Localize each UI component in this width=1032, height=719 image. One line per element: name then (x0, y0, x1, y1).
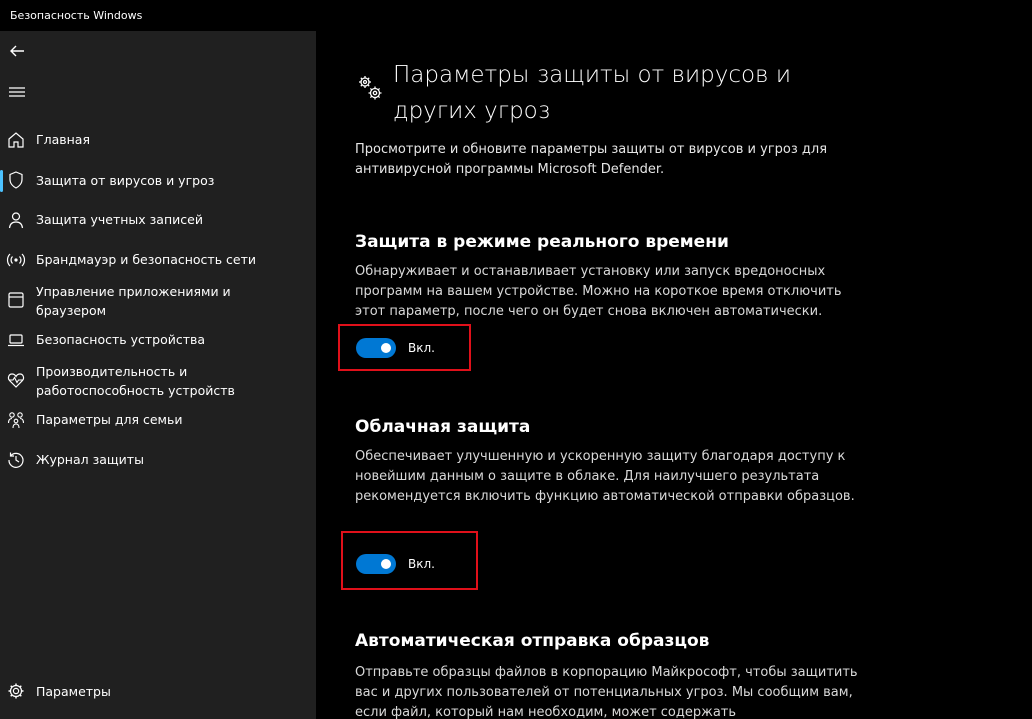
active-indicator (0, 170, 3, 192)
sidebar-item-device-performance[interactable]: Производительность и работоспособность у… (0, 362, 316, 402)
person-icon (8, 212, 24, 229)
sidebar-item-family[interactable]: Параметры для семьи (0, 410, 316, 432)
sidebar-item-label: Производительность и работоспособность у… (36, 364, 235, 398)
sidebar-item-label: Параметры (36, 684, 111, 699)
sidebar: Главная Защита от вирусов и угроз Защита… (0, 31, 316, 719)
sidebar-item-firewall[interactable]: Брандмауэр и безопасность сети (0, 250, 316, 272)
sidebar-item-label: Безопасность устройства (36, 332, 206, 347)
settings-gears-icon (359, 76, 382, 100)
section-title-cloud: Облачная защита (355, 417, 531, 437)
realtime-protection-toggle[interactable] (356, 338, 396, 358)
sidebar-item-device-security[interactable]: Безопасность устройства (0, 330, 316, 352)
sidebar-item-label: Защита учетных записей (36, 212, 203, 227)
toggle-state-label: Вкл. (408, 341, 435, 355)
sidebar-item-label: Управление приложениями и браузером (36, 284, 231, 318)
section-description-realtime: Обнаруживает и останавливает установку и… (355, 264, 842, 319)
back-arrow-icon (10, 45, 24, 57)
section-title-realtime: Защита в режиме реального времени (355, 232, 729, 252)
sidebar-item-label: Защита от вирусов и угроз (36, 173, 215, 188)
sidebar-item-protection-history[interactable]: Журнал защиты (0, 450, 316, 472)
shield-icon (9, 171, 23, 189)
cloud-protection-toggle[interactable] (356, 554, 396, 574)
heart-pulse-icon (7, 373, 25, 388)
sidebar-item-label: Брандмауэр и безопасность сети (36, 252, 257, 267)
title-bar: Безопасность Windows (0, 0, 1032, 31)
toggle-knob (381, 559, 391, 569)
sidebar-item-settings[interactable]: Параметры (0, 681, 316, 705)
page-title: Параметры защиты от вирусов и других угр… (393, 62, 791, 124)
toggle-knob (381, 343, 391, 353)
hamburger-icon (9, 87, 25, 97)
family-icon (7, 412, 25, 429)
sidebar-item-label: Главная (36, 132, 90, 147)
section-title-sample-submission: Автоматическая отправка образцов (355, 631, 710, 651)
main-content: Параметры защиты от вирусов и других угр… (316, 31, 1032, 719)
laptop-icon (8, 334, 24, 347)
toggle-state-label: Вкл. (408, 557, 435, 571)
gear-icon (8, 683, 24, 699)
browser-window-icon (8, 292, 24, 308)
home-icon (8, 132, 24, 148)
back-button[interactable] (4, 38, 30, 64)
sidebar-item-home[interactable]: Главная (0, 130, 316, 152)
sidebar-item-label: Параметры для семьи (36, 412, 183, 427)
sidebar-item-account-protection[interactable]: Защита учетных записей (0, 210, 316, 232)
sidebar-item-virus-protection[interactable]: Защита от вирусов и угроз (0, 169, 316, 193)
menu-button[interactable] (4, 79, 30, 105)
history-icon (8, 452, 24, 468)
section-description-cloud: Обеспечивает улучшенную и ускоренную защ… (355, 449, 855, 504)
wifi-signal-icon (6, 253, 26, 267)
page-description: Просмотрите и обновите параметры защиты … (355, 142, 828, 177)
sidebar-item-app-browser[interactable]: Управление приложениями и браузером (0, 282, 316, 322)
sidebar-item-label: Журнал защиты (36, 452, 144, 467)
window-title: Безопасность Windows (10, 9, 143, 22)
section-description-sample-submission: Отправьте образцы файлов в корпорацию Ма… (355, 665, 858, 719)
